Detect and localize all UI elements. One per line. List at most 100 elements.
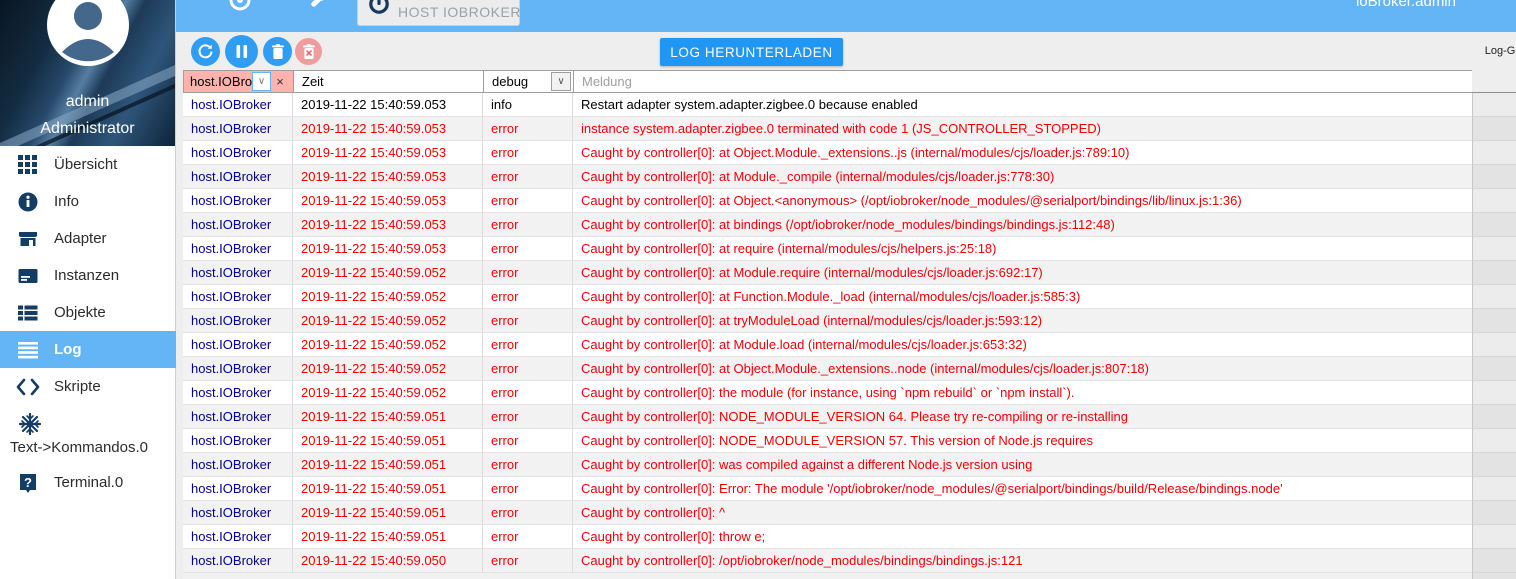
log-message-cell: Caught by controller[0]: at bindings (/o…	[573, 213, 1472, 237]
log-row[interactable]: host.IOBroker 2019-11-22 15:40:59.050 erro…	[183, 549, 1516, 573]
log-rows: host.IOBroker 2019-11-22 15:40:59.053 info…	[183, 93, 1516, 573]
log-row[interactable]: host.IOBroker 2019-11-22 15:40:59.051 erro…	[183, 429, 1516, 453]
log-message-cell: Caught by controller[0]: at Module.load …	[573, 333, 1472, 357]
clear-log-on-disk-button[interactable]	[295, 38, 322, 65]
log-row[interactable]: host.IOBroker 2019-11-22 15:40:59.051 erro…	[183, 405, 1516, 429]
log-severity-cell: error	[483, 429, 573, 453]
log-message-cell: Caught by controller[0]: Error: The modu…	[573, 477, 1472, 501]
severity-filter-select[interactable]: debug ∨	[483, 70, 573, 93]
sidebar-item--bersicht[interactable]: Übersicht	[0, 146, 176, 183]
sidebar-item-terminal-0[interactable]: ? Terminal.0	[0, 464, 176, 501]
severity-filter-value: debug	[492, 74, 529, 89]
chevron-down-icon[interactable]: ∨	[551, 72, 571, 91]
log-message-cell: Caught by controller[0]: the module (for…	[573, 381, 1472, 405]
log-time-cell: 2019-11-22 15:40:59.051	[293, 525, 483, 549]
scrollbar-gutter	[1472, 357, 1516, 381]
log-message-cell: Caught by controller[0]: NODE_MODULE_VER…	[573, 429, 1472, 453]
log-host-cell: host.IOBroker	[183, 93, 293, 117]
scrollbar-gutter	[1472, 237, 1516, 261]
pause-button[interactable]	[225, 35, 258, 68]
log-row[interactable]: host.IOBroker 2019-11-22 15:40:59.053 erro…	[183, 165, 1516, 189]
log-row[interactable]: host.IOBroker 2019-11-22 15:40:59.051 erro…	[183, 525, 1516, 549]
download-log-button[interactable]: LOG HERUNTERLADEN	[660, 38, 843, 66]
log-row[interactable]: host.IOBroker 2019-11-22 15:40:59.052 erro…	[183, 357, 1516, 381]
scrollbar-gutter	[1472, 477, 1516, 501]
iobroker-admin-window: admin Administrator Übersicht Info Adapter…	[0, 0, 1516, 579]
log-toolbar: LOG HERUNTERLADEN Log-Gr	[176, 32, 1516, 70]
log-host-cell: host.IOBroker	[183, 357, 293, 381]
log-time-cell: 2019-11-22 15:40:59.052	[293, 357, 483, 381]
clear-log-button[interactable]	[263, 37, 292, 66]
log-host-cell: host.IOBroker	[183, 453, 293, 477]
log-message-cell: Caught by controller[0]: ^	[573, 501, 1472, 525]
scrollbar-gutter	[1472, 381, 1516, 405]
scrollbar-gutter	[1472, 261, 1516, 285]
log-time-cell: 2019-11-22 15:40:59.052	[293, 261, 483, 285]
clear-filter-icon[interactable]: ×	[271, 74, 289, 89]
log-severity-cell: info	[483, 93, 573, 117]
scrollbar-gutter	[1472, 117, 1516, 141]
sidebar-nav: Übersicht Info Adapter Instanzen Objekte Log S…	[0, 146, 176, 501]
sidebar-item-instanzen[interactable]: Instanzen	[0, 257, 176, 294]
sidebar-item-adapter[interactable]: Adapter	[0, 220, 176, 257]
log-row[interactable]: host.IOBroker 2019-11-22 15:40:59.053 erro…	[183, 189, 1516, 213]
sidebar-item-skripte[interactable]: Skripte	[0, 368, 176, 405]
info-icon	[16, 191, 40, 213]
scrollbar-gutter	[1472, 213, 1516, 237]
log-row[interactable]: host.IOBroker 2019-11-22 15:40:59.051 erro…	[183, 501, 1516, 525]
iobroker-logo	[368, 0, 390, 20]
user-role: Administrator	[40, 120, 135, 137]
sidebar-item-label: Terminal.0	[54, 474, 124, 491]
sidebar-item-info[interactable]: Info	[0, 183, 176, 220]
asterisk-icon	[18, 413, 42, 435]
log-time-cell: 2019-11-22 15:40:59.051	[293, 429, 483, 453]
log-host-cell: host.IOBroker	[183, 189, 293, 213]
scrollbar-gutter	[1472, 405, 1516, 429]
sidebar-item-log[interactable]: Log	[0, 331, 176, 368]
log-message-cell: Caught by controller[0]: throw e;	[573, 525, 1472, 549]
sidebar-item-objekte[interactable]: Objekte	[0, 294, 176, 331]
user-name: admin	[65, 93, 110, 110]
code-icon	[16, 376, 40, 398]
log-host-cell: host.IOBroker	[183, 261, 293, 285]
log-row[interactable]: host.IOBroker 2019-11-22 15:40:59.053 erro…	[183, 237, 1516, 261]
log-message-cell: Caught by controller[0]: at Module.requi…	[573, 261, 1472, 285]
log-host-cell: host.IOBroker	[183, 117, 293, 141]
log-host-cell: host.IOBroker	[183, 405, 293, 429]
log-filter-row: host.IOBroker ∨ × Zeit debug ∨ Meldung	[183, 70, 1516, 93]
log-row[interactable]: host.IOBroker 2019-11-22 15:40:59.053 erro…	[183, 141, 1516, 165]
sidebar-item-text-kommandos-0[interactable]: Text->Kommandos.0	[0, 405, 176, 464]
log-row[interactable]: host.IOBroker 2019-11-22 15:40:59.052 erro…	[183, 381, 1516, 405]
connection-icon[interactable]	[228, 0, 252, 17]
host-filter-select[interactable]: host.IOBroker ∨ ×	[183, 70, 293, 93]
log-row[interactable]: host.IOBroker 2019-11-22 15:40:59.052 erro…	[183, 261, 1516, 285]
log-size-label: Log-Gr	[1484, 45, 1516, 57]
log-row[interactable]: host.IOBroker 2019-11-22 15:40:59.053 erro…	[183, 213, 1516, 237]
log-row[interactable]: host.IOBroker 2019-11-22 15:40:59.051 erro…	[183, 477, 1516, 501]
log-row[interactable]: host.IOBroker 2019-11-22 15:40:59.052 erro…	[183, 309, 1516, 333]
log-host-cell: host.IOBroker	[183, 309, 293, 333]
log-severity-cell: error	[483, 285, 573, 309]
log-host-cell: host.IOBroker	[183, 477, 293, 501]
log-severity-cell: error	[483, 141, 573, 165]
card-icon	[16, 265, 40, 287]
wrench-icon[interactable]	[304, 0, 330, 19]
scrollbar-gutter	[1472, 549, 1516, 573]
log-time-cell: 2019-11-22 15:40:59.053	[293, 189, 483, 213]
log-row[interactable]: host.IOBroker 2019-11-22 15:40:59.051 erro…	[183, 453, 1516, 477]
log-time-cell: 2019-11-22 15:40:59.053	[293, 93, 483, 117]
refresh-button[interactable]	[191, 37, 220, 66]
log-host-cell: host.IOBroker	[183, 549, 293, 573]
log-message-cell: Caught by controller[0]: at Object.<anon…	[573, 189, 1472, 213]
avatar[interactable]	[45, 0, 131, 73]
scrollbar-gutter	[1472, 429, 1516, 453]
host-tab[interactable]: HOST IOBROKER	[357, 0, 520, 26]
log-row[interactable]: host.IOBroker 2019-11-22 15:40:59.053 info…	[183, 93, 1516, 117]
log-row[interactable]: host.IOBroker 2019-11-22 15:40:59.052 erro…	[183, 285, 1516, 309]
sidebar-item-label: Adapter	[54, 230, 107, 247]
log-row[interactable]: host.IOBroker 2019-11-22 15:40:59.053 erro…	[183, 117, 1516, 141]
message-filter-input[interactable]: Meldung	[573, 70, 1472, 93]
column-header-zeit[interactable]: Zeit	[293, 70, 483, 93]
log-row[interactable]: host.IOBroker 2019-11-22 15:40:59.052 erro…	[183, 333, 1516, 357]
chevron-down-icon[interactable]: ∨	[252, 72, 271, 91]
